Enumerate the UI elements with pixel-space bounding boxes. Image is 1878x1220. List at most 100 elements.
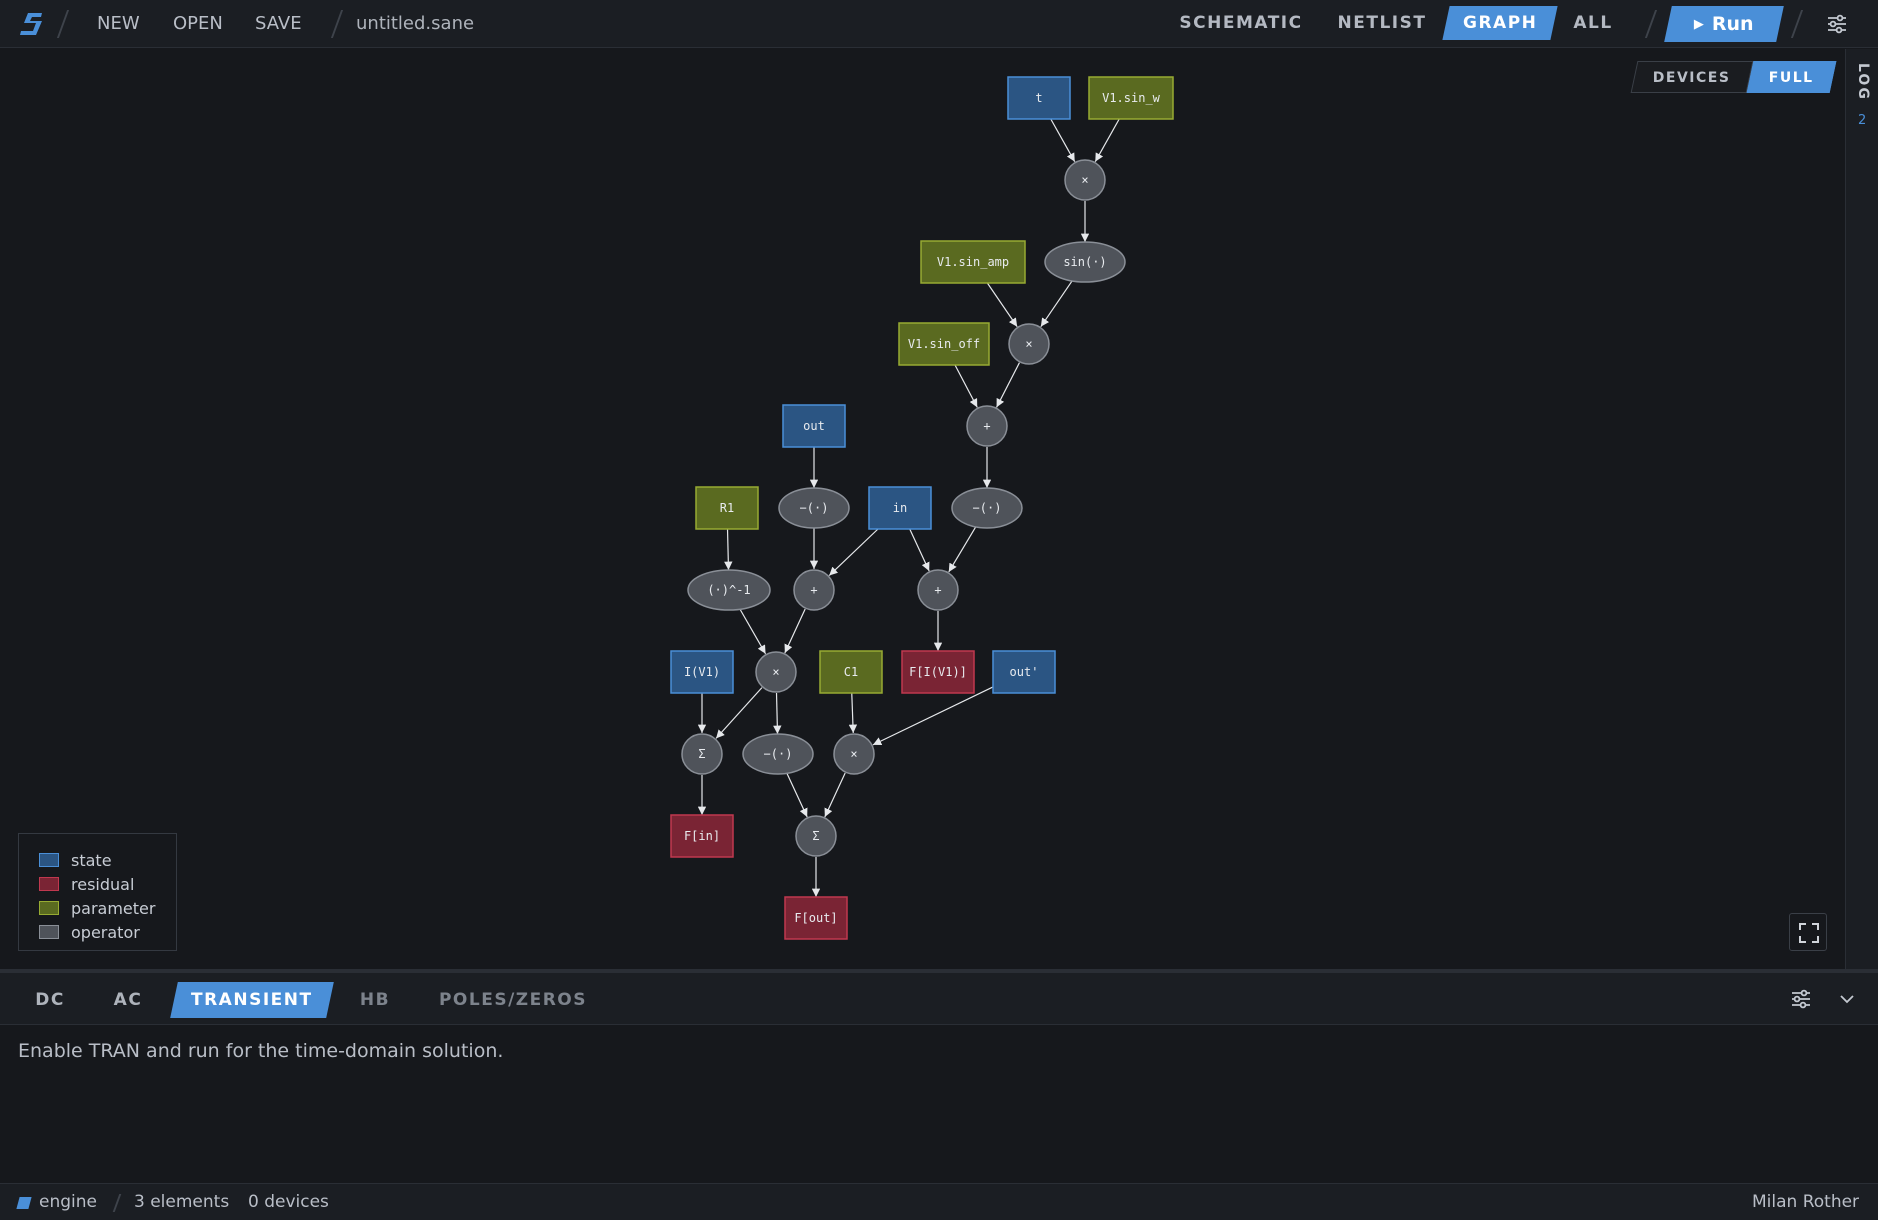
graph-node-neg2[interactable]: −(·) [951,487,1023,529]
graph-node-v1sinoff[interactable]: V1.sin_off [898,322,990,366]
status-bar: engine 3 elements 0 devices Milan Rother [0,1183,1878,1220]
graph-edge [1094,118,1120,162]
graph-edge [1040,280,1073,327]
graph-edge [909,528,930,572]
graph-node-add3[interactable]: + [917,569,959,611]
graph-node-neg3[interactable]: −(·) [742,733,814,775]
tab-dc[interactable]: DC [22,982,78,1018]
graph-node-label: F[in] [684,829,720,843]
tab-ac[interactable]: AC [100,982,156,1018]
divider [56,10,70,38]
play-icon: ▶ [1694,17,1705,32]
graph-node-mul1[interactable]: × [1064,159,1106,201]
user-name: Milan Rother [1752,1192,1860,1212]
log-toggle[interactable]: LOG [1855,63,1871,101]
engine-label: engine [39,1192,97,1212]
filename-label[interactable]: untitled.sane [356,13,474,34]
tab-netlist[interactable]: NETLIST [1328,6,1436,40]
graph-node-fin[interactable]: F[in] [670,814,734,858]
graph-edge [773,692,782,735]
graph-node-fiv1[interactable]: F[I(V1)] [901,650,975,694]
graph-node-label: −(·) [973,501,1002,515]
graph-node-inv[interactable]: (·)^-1 [687,569,771,611]
graph-node-neg1[interactable]: −(·) [778,487,850,529]
graph-mode-toggle[interactable]: DEVICES FULL [1630,61,1836,93]
graph-canvas[interactable]: t V1.sin_w × sin(·) V1.sin_amp × V1.sin_off + ou… [0,49,1845,969]
legend-item-parameter: parameter [39,896,176,920]
open-button[interactable]: OPEN [173,13,223,34]
graph-node-label: (·)^-1 [707,583,750,597]
graph-node-label: Σ [812,829,819,843]
graph-edge [724,528,733,571]
graph-node-label: + [934,583,941,597]
computation-graph[interactable]: t V1.sin_w × sin(·) V1.sin_amp × V1.sin_off + ou… [0,49,1845,969]
graph-node-t[interactable]: t [1007,76,1071,120]
graph-node-v1sinw[interactable]: V1.sin_w [1088,76,1174,120]
full-toggle[interactable]: FULL [1746,61,1836,93]
graph-node-label: out [803,419,825,433]
graph-node-add1[interactable]: + [966,405,1008,447]
graph-node-label: × [772,665,779,679]
analysis-panel: DC AC TRANSIENT HB POLES/ZEROS Enable TR… [0,969,1878,1183]
graph-node-sum2[interactable]: Σ [795,815,837,857]
expand-icon [1799,923,1819,943]
graph-edge [739,608,767,655]
graph-node-label: out' [1010,665,1039,679]
divider [112,1194,122,1212]
graph-node-outp[interactable]: out' [992,650,1056,694]
graph-node-sin[interactable]: sin(·) [1044,241,1126,283]
graph-node-c1[interactable]: C1 [819,650,883,694]
save-button[interactable]: SAVE [255,13,302,34]
log-sidebar[interactable]: LOG 2 [1845,49,1878,969]
analysis-settings-icon[interactable] [1790,988,1812,1010]
operator-swatch [39,925,59,939]
graph-node-add2[interactable]: + [793,569,835,611]
graph-node-mul4[interactable]: × [833,733,875,775]
tab-schematic[interactable]: SCHEMATIC [1170,6,1312,40]
graph-node-r1[interactable]: R1 [695,486,759,530]
graph-node-fout[interactable]: F[out] [784,896,848,940]
graph-node-mul3[interactable]: × [755,651,797,693]
run-button[interactable]: ▶ Run [1664,6,1784,42]
top-bar: NEW OPEN SAVE untitled.sane SCHEMATIC NE… [0,0,1878,48]
tab-graph[interactable]: GRAPH [1442,6,1558,40]
graph-edge [786,773,808,818]
graph-node-v1sinamp[interactable]: V1.sin_amp [920,240,1026,284]
graph-node-iv1[interactable]: I(V1) [670,650,734,694]
legend-label: operator [71,922,140,942]
graph-node-label: × [1081,173,1088,187]
fullscreen-button[interactable] [1789,913,1827,951]
app-logo-icon[interactable] [18,10,46,38]
analysis-message: Enable TRAN and run for the time-domain … [18,1040,504,1062]
divider [1644,10,1658,38]
graph-edge [872,686,994,746]
graph-edge [828,528,879,576]
graph-node-label: R1 [720,501,734,515]
tab-hb[interactable]: HB [346,982,404,1018]
tab-poles-zeros[interactable]: POLES/ZEROS [432,982,594,1018]
legend-item-operator: operator [39,920,176,944]
settings-sliders-icon[interactable] [1826,13,1848,35]
legend-label: residual [71,874,135,894]
chevron-down-icon[interactable] [1836,988,1858,1010]
new-button[interactable]: NEW [97,13,140,34]
graph-node-sum1[interactable]: Σ [681,733,723,775]
graph-legend: state residual parameter operator [18,833,177,951]
graph-node-mul2[interactable]: × [1008,323,1050,365]
graph-nodes[interactable]: t V1.sin_w × sin(·) V1.sin_amp × V1.sin_off + ou… [670,76,1174,940]
devices-count: 0 devices [248,1192,329,1212]
graph-edge [824,772,846,818]
graph-node-label: V1.sin_amp [937,255,1009,269]
graph-edge [954,364,978,408]
legend-label: parameter [71,898,156,918]
graph-node-label: in [893,501,907,515]
graph-node-in[interactable]: in [868,486,932,530]
graph-edge [715,687,763,739]
devices-toggle[interactable]: DEVICES [1630,61,1754,93]
graph-node-out[interactable]: out [782,404,846,448]
graph-node-label: sin(·) [1063,255,1106,269]
tab-all[interactable]: ALL [1563,6,1623,40]
graph-edge [996,362,1020,408]
tab-transient[interactable]: TRANSIENT [170,982,334,1018]
graph-edge [948,526,977,573]
